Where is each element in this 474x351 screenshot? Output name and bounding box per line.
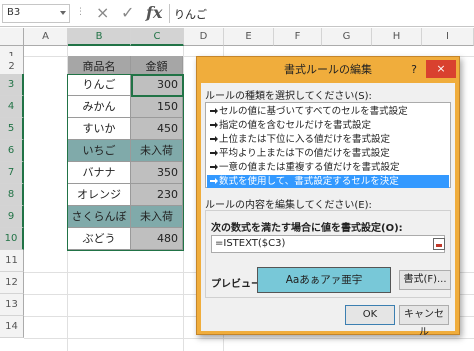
rule-type-label-text: 一意の値または重複する値だけを書式設定 <box>219 162 400 173</box>
column-header-a[interactable]: A <box>24 28 68 46</box>
row-header-8[interactable]: 8 <box>0 184 24 206</box>
row-header-4[interactable]: 4 <box>0 96 24 118</box>
arrow-right-icon <box>210 122 218 128</box>
edit-formatting-rule-dialog: 書式ルールの編集 ? × ルールの種類を選択してください(S): セルの値に基づ… <box>196 56 460 338</box>
column-header-b[interactable]: B <box>68 28 131 46</box>
row-header-12[interactable]: 12 <box>0 272 24 294</box>
chevron-down-icon[interactable] <box>60 11 66 15</box>
formula-input[interactable]: りんご <box>174 6 207 22</box>
cell-c5[interactable]: 450 <box>131 118 183 140</box>
dialog-body: ルールの種類を選択してください(S): セルの値に基づいてすべてのセルを書式設定… <box>201 83 455 338</box>
arrow-right-icon <box>210 150 218 156</box>
row-header-5[interactable]: 5 <box>0 118 24 140</box>
rule-type-item[interactable]: セルの値に基づいてすべてのセルを書式設定 <box>207 105 449 118</box>
row-header-11[interactable]: 11 <box>0 250 24 272</box>
column-header-i[interactable]: I <box>422 28 474 46</box>
cell-b6[interactable]: いちご <box>68 140 131 162</box>
edit-rule-label: ルールの内容を編集してください(E): <box>205 200 372 211</box>
cell-b5[interactable]: すいか <box>68 118 131 140</box>
rule-type-item[interactable]: 平均より上または下の値だけを書式設定 <box>207 147 449 160</box>
rule-type-label-text: 平均より上または下の値だけを書式設定 <box>219 148 390 159</box>
cell-c9[interactable]: 未入荷 <box>131 206 183 228</box>
cell-c4[interactable]: 150 <box>131 96 183 118</box>
cell-c8[interactable]: 230 <box>131 184 183 206</box>
enter-icon[interactable]: ✓ <box>121 3 134 22</box>
column-header-c[interactable]: C <box>131 28 184 46</box>
rule-type-item[interactable]: 上位または下位に入る値だけを書式設定 <box>207 133 449 146</box>
formula-label: 次の数式を満たす場合に値を書式設定(O): <box>211 223 403 234</box>
row-header-10[interactable]: 10 <box>0 228 24 250</box>
rule-type-list[interactable]: セルの値に基づいてすべてのセルを書式設定 指定の値を含むセルだけを書式設定 上位… <box>205 102 451 188</box>
insert-function-icon[interactable]: fx <box>146 3 162 22</box>
cancel-button[interactable]: キャンセル <box>399 305 449 338</box>
arrow-right-icon <box>210 136 218 142</box>
help-button[interactable]: ? <box>406 61 422 79</box>
cell-c10[interactable]: 480 <box>131 228 183 250</box>
gridline <box>24 338 474 339</box>
cell-c7[interactable]: 350 <box>131 162 183 184</box>
rule-type-label-text: 数式を使用して、書式設定するセルを決定 <box>219 176 399 187</box>
rule-type-label-text: セルの値に基づいてすべてのセルを書式設定 <box>219 106 408 117</box>
rule-type-label-text: 上位または下位に入る値だけを書式設定 <box>219 134 391 145</box>
gridline <box>183 46 184 351</box>
row-header-13[interactable]: 13 <box>0 294 24 316</box>
row-header-3[interactable]: 3 <box>0 74 24 96</box>
divider <box>169 4 170 23</box>
row-header-6[interactable]: 6 <box>0 140 24 162</box>
formula-bar: B3 ⋮ × ✓ fx りんご <box>0 0 474 27</box>
row-header-7[interactable]: 7 <box>0 162 24 184</box>
column-header-f[interactable]: F <box>274 28 322 46</box>
arrow-right-icon <box>210 108 218 114</box>
rule-type-item[interactable]: 指定の値を含むセルだけを書式設定 <box>207 119 449 132</box>
range-select-icon[interactable] <box>433 238 445 250</box>
drag-handle-icon[interactable]: ⋮ <box>76 7 85 17</box>
cell-c6[interactable]: 未入荷 <box>131 140 183 162</box>
format-button[interactable]: 書式(F)... <box>399 270 451 290</box>
cell-c3[interactable]: 300 <box>131 74 183 96</box>
row-header-9[interactable]: 9 <box>0 206 24 228</box>
cell-b4[interactable]: みかん <box>68 96 131 118</box>
formula-field[interactable]: =ISTEXT($C3) <box>211 235 445 253</box>
close-button[interactable]: × <box>426 60 456 78</box>
arrow-right-icon <box>210 164 218 170</box>
arrow-right-icon <box>210 178 218 184</box>
cell-b7[interactable]: バナナ <box>68 162 131 184</box>
rule-type-label: ルールの種類を選択してください(S): <box>205 91 372 102</box>
cell-b9[interactable]: さくらんぼ <box>68 206 131 228</box>
rule-type-item[interactable]: 一意の値または重複する値だけを書式設定 <box>207 161 449 174</box>
cell-b10[interactable]: ぶどう <box>68 228 131 250</box>
cancel-icon[interactable]: × <box>96 3 109 22</box>
rule-type-label-text: 指定の値を含むセルだけを書式設定 <box>219 120 372 131</box>
format-preview: Aaあぁアァ亜宇 <box>257 267 391 293</box>
rule-type-item-selected[interactable]: 数式を使用して、書式設定するセルを決定 <box>207 175 449 188</box>
cell-b8[interactable]: オレンジ <box>68 184 131 206</box>
cell-b3[interactable]: りんご <box>68 74 131 96</box>
ok-button[interactable]: OK <box>345 305 395 325</box>
column-header-g[interactable]: G <box>322 28 372 46</box>
row-header-14[interactable]: 14 <box>0 316 24 338</box>
column-header-h[interactable]: H <box>372 28 422 46</box>
column-header-e[interactable]: E <box>224 28 274 46</box>
column-header-d[interactable]: D <box>184 28 224 46</box>
select-all-corner[interactable] <box>0 28 24 46</box>
